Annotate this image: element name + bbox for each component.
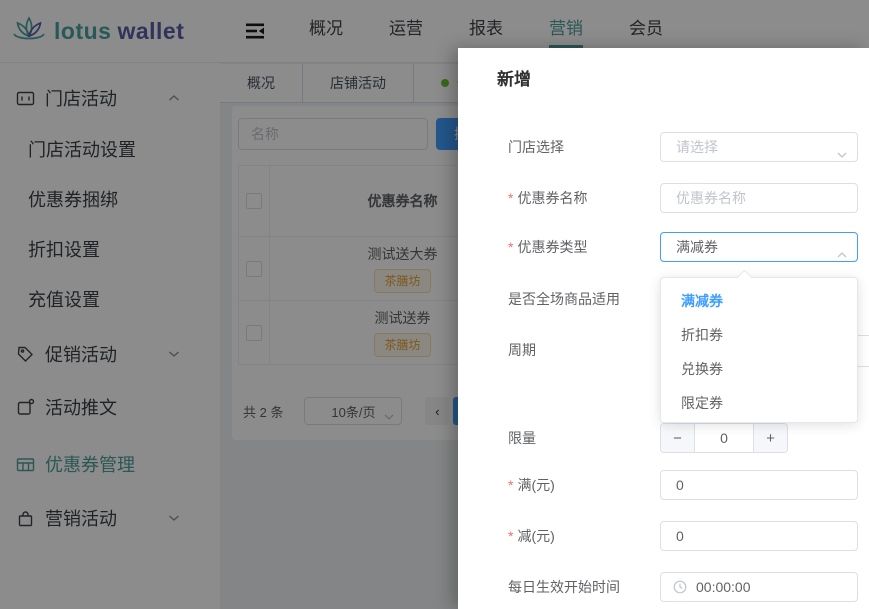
drawer-title: 新增 (497, 65, 531, 90)
dropdown-option-exchange[interactable]: 兑换券 (661, 352, 857, 386)
dropdown-option-limited[interactable]: 限定券 (661, 386, 857, 420)
store-select-placeholder: 请选择 (661, 137, 718, 157)
dropdown-option-discount[interactable]: 折扣券 (661, 318, 857, 352)
full-amount-input[interactable] (660, 470, 858, 500)
dropdown-option-full-reduction[interactable]: 满减券 (661, 284, 857, 318)
coupon-type-label: *优惠券类型 (508, 232, 587, 262)
daily-start-time-value: 00:00:00 (696, 579, 751, 595)
stepper-decrease-button[interactable]: − (661, 424, 695, 452)
required-asterisk: * (508, 528, 513, 544)
store-select-label: 门店选择 (508, 132, 564, 162)
coupon-name-input[interactable] (660, 183, 858, 213)
add-coupon-drawer: 新增 门店选择 请选择 *优惠券名称 *优惠券类型 满减券 是否全场商品适用 周… (458, 48, 869, 609)
required-asterisk: * (508, 239, 513, 255)
period-label: 周期 (508, 335, 536, 365)
limit-label: 限量 (508, 423, 536, 453)
clock-icon (673, 580, 687, 594)
apply-all-label: 是否全场商品适用 (508, 284, 620, 314)
coupon-type-dropdown: 满减券 折扣券 兑换券 限定券 (660, 277, 858, 423)
reduce-amount-input[interactable] (660, 521, 858, 551)
stepper-value[interactable]: 0 (695, 424, 753, 452)
required-asterisk: * (508, 477, 513, 493)
store-select[interactable]: 请选择 (660, 132, 858, 162)
required-asterisk: * (508, 190, 513, 206)
chevron-up-icon (837, 245, 847, 261)
limit-stepper: − 0 + (660, 423, 788, 453)
stepper-increase-button[interactable]: + (753, 424, 787, 452)
chevron-down-icon (837, 145, 847, 161)
reduce-amount-label: *减(元) (508, 521, 555, 551)
coupon-type-value: 满减券 (661, 237, 718, 257)
daily-start-time-label: 每日生效开始时间 (508, 572, 620, 602)
coupon-type-select[interactable]: 满减券 (660, 232, 858, 262)
coupon-name-label: *优惠券名称 (508, 183, 587, 213)
app-root: lotuswallet 概况 运营 报表 营销 会员 (0, 0, 869, 609)
full-amount-label: *满(元) (508, 470, 555, 500)
daily-start-time-input[interactable]: 00:00:00 (660, 572, 858, 602)
